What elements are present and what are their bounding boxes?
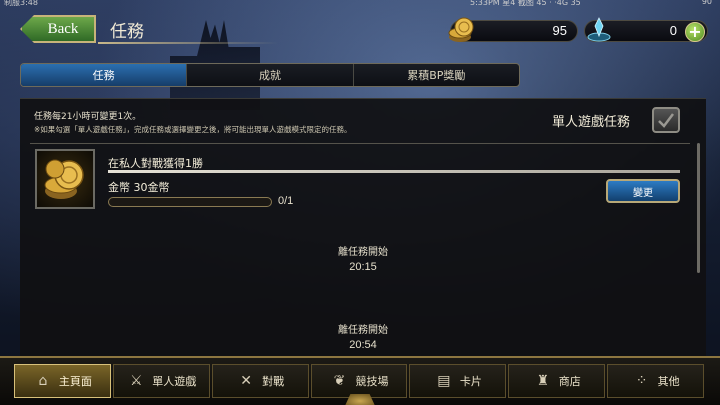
panel-scrollbar[interactable] bbox=[697, 143, 700, 273]
tab-missions[interactable]: 任務 bbox=[21, 64, 188, 86]
home-icon: ⌂ bbox=[38, 373, 48, 389]
solo-note: ※如果勾選「單人遊戲任務」，完成任務或選擇變更之後，將可能出現單人遊戲模式限定的… bbox=[34, 125, 352, 134]
checkmark-icon bbox=[658, 113, 674, 128]
page-title: 任務 bbox=[110, 22, 144, 42]
bottom-navigation: ⌂ 主頁面 ⚔ 單人遊戲 ✕ 對戰 ❦ 競技場 ▤ 卡片 ♜ 商店 ⁘ 其他 bbox=[0, 356, 720, 405]
back-button[interactable]: Back bbox=[20, 15, 96, 43]
mission-progress-bar bbox=[108, 197, 272, 207]
nav-solo[interactable]: ⚔ 單人遊戲 bbox=[112, 364, 210, 398]
crossed-swords-icon: ✕ bbox=[240, 373, 252, 389]
status-left: 制服3:48 bbox=[4, 0, 38, 7]
crystal-amount: 0 bbox=[669, 23, 677, 38]
swords-icon: ⚔ bbox=[130, 373, 143, 389]
title-underline bbox=[98, 42, 278, 44]
gold-amount: 95 bbox=[552, 23, 567, 38]
mission-progress-text: 0/1 bbox=[278, 195, 294, 207]
mission-title-underline bbox=[108, 170, 680, 173]
laurel-icon: ❦ bbox=[333, 373, 346, 389]
status-bar: 制服3:48 5:33PM 星4 截图 45 · ·4G 35 90 bbox=[0, 0, 720, 8]
next-mission-label: 離任務開始 bbox=[338, 247, 388, 258]
crystal-icon bbox=[587, 17, 611, 42]
nav-shop[interactable]: ♜ 商店 bbox=[508, 364, 606, 398]
nav-battle[interactable]: ✕ 對戰 bbox=[211, 364, 309, 398]
shop-icon: ♜ bbox=[536, 373, 549, 389]
next-mission-label: 離任務開始 bbox=[338, 325, 388, 336]
nav-home[interactable]: ⌂ 主頁面 bbox=[14, 364, 111, 398]
gold-coins-icon bbox=[44, 159, 84, 199]
nav-shop-label: 商店 bbox=[558, 375, 581, 388]
mission-reward: 金幣 30金幣 bbox=[108, 181, 170, 194]
nav-cards-label: 卡片 bbox=[459, 375, 482, 388]
mission-reward-thumbnail bbox=[35, 149, 95, 209]
cards-icon: ▤ bbox=[437, 373, 451, 389]
tab-bp-rewards[interactable]: 累積BP獎勵 bbox=[354, 64, 519, 86]
next-mission-countdown: 20:54 bbox=[349, 339, 377, 351]
back-button-label: Back bbox=[47, 20, 79, 37]
gold-coins-icon bbox=[448, 17, 474, 42]
mission-title: 在私人對戰獲得1勝 bbox=[108, 157, 203, 170]
tab-bar: 任務 成就 累積BP獎勵 bbox=[20, 63, 520, 87]
divider bbox=[30, 143, 690, 144]
change-mission-button[interactable]: 變更 bbox=[606, 179, 680, 203]
nav-home-label: 主頁面 bbox=[58, 375, 92, 388]
nav-arena[interactable]: ❦ 競技場 bbox=[310, 364, 408, 398]
battery-level: 90 bbox=[701, 0, 712, 6]
gold-counter: 95 bbox=[448, 17, 578, 42]
nav-solo-label: 單人遊戲 bbox=[152, 375, 197, 388]
next-mission-countdown: 20:15 bbox=[349, 261, 377, 273]
refresh-note: 任務每21小時可變更1次。 bbox=[34, 112, 142, 122]
nav-battle-label: 對戰 bbox=[262, 375, 285, 388]
nav-other-label: 其他 bbox=[657, 375, 680, 388]
status-middle: 5:33PM 星4 截图 45 · ·4G 35 bbox=[470, 0, 581, 7]
nav-other[interactable]: ⁘ 其他 bbox=[607, 364, 705, 398]
more-icon: ⁘ bbox=[635, 373, 648, 389]
solo-missions-label: 單人遊戲任務 bbox=[552, 115, 631, 130]
crystal-counter: 0 + bbox=[584, 17, 708, 42]
add-crystal-button[interactable]: + bbox=[685, 22, 705, 42]
tab-achievements[interactable]: 成就 bbox=[187, 64, 354, 86]
nav-arena-label: 競技場 bbox=[355, 375, 389, 388]
solo-missions-checkbox[interactable] bbox=[652, 107, 680, 133]
nav-cards[interactable]: ▤ 卡片 bbox=[409, 364, 507, 398]
missions-panel: 任務每21小時可變更1次。 ※如果勾選「單人遊戲任務」，完成任務或選擇變更之後，… bbox=[20, 98, 706, 356]
